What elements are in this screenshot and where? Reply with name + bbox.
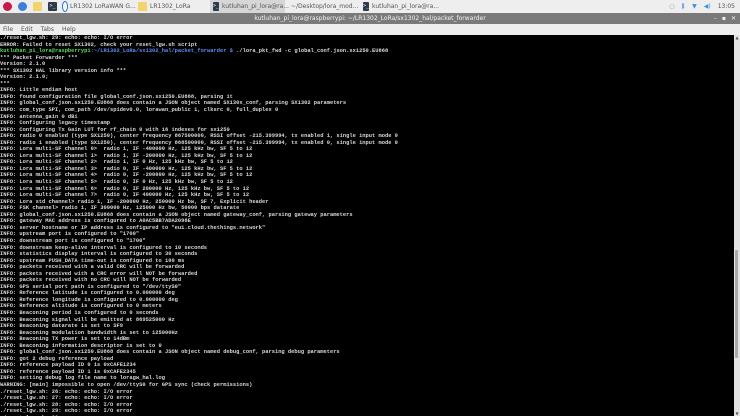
system-tray: ◌ ᛒ ▼ ◀) 13:05 <box>669 3 740 10</box>
folder-icon <box>33 2 42 11</box>
taskbar: >_ LR1302 LoRaWAN G... LR1302_LoRa >_ kut… <box>0 0 740 13</box>
scrollbar[interactable]: ▲ ▼ <box>734 35 740 416</box>
prompt-user: kutluhan_pi_lora@raspberrypi <box>0 48 91 55</box>
task-terminal-2[interactable]: >_ kutluhan_pi_lora@ra... <box>360 0 439 13</box>
scroll-down-icon[interactable]: ▼ <box>734 411 740 416</box>
task-terminal-1[interactable]: >_ kutluhan_pi_lora@ra... <box>210 0 289 13</box>
volume-icon[interactable]: ◀) <box>704 3 711 10</box>
bluetooth-icon[interactable]: ᛒ <box>682 3 686 10</box>
task-label: ~/Desktop/lora_mod... <box>291 3 359 10</box>
task-file-manager[interactable]: LR1302_LoRa <box>135 0 210 13</box>
file-manager-launcher[interactable] <box>30 0 45 13</box>
task-label: LR1302_LoRa <box>150 3 191 10</box>
chromium-icon <box>63 2 67 11</box>
menu-button[interactable] <box>0 0 15 13</box>
wifi-icon[interactable]: ▼ <box>692 3 697 10</box>
sync-icon[interactable]: ◌ <box>669 3 674 10</box>
globe-icon <box>18 2 27 11</box>
terminal-icon: >_ <box>213 2 220 11</box>
task-label: kutluhan_pi_lora@ra... <box>372 3 440 10</box>
maximize-icon[interactable]: ▪ <box>722 13 726 24</box>
minimize-icon[interactable]: – <box>714 13 717 24</box>
window-title: kutluhan_pi_lora@raspberrypi: ~/LR1302_L… <box>254 15 486 22</box>
task-editor[interactable]: ~/Desktop/lora_mod... <box>285 0 360 13</box>
terminal-output[interactable]: ./reset_lgw.sh: 29: echo: echo: I/O erro… <box>0 35 734 416</box>
raspberry-icon <box>3 2 12 11</box>
close-icon[interactable]: ✕ <box>731 13 736 24</box>
task-label: LR1302 LoRaWAN G... <box>70 3 136 10</box>
task-chromium[interactable]: LR1302 LoRaWAN G... <box>60 0 136 13</box>
task-label: kutluhan_pi_lora@ra... <box>222 3 290 10</box>
clock[interactable]: 13:05 <box>718 3 735 10</box>
prompt-path: :~/LR1302_LoRa/sx1302_hal/packet_forward… <box>90 48 233 55</box>
terminal-launcher[interactable]: >_ <box>45 0 60 13</box>
terminal-icon: >_ <box>363 2 370 11</box>
browser-launcher[interactable] <box>15 0 30 13</box>
terminal-icon: >_ <box>48 2 57 11</box>
prompt-command: ./lora_pkt_fwd -c global_conf.json.sx125… <box>232 48 389 55</box>
folder-icon <box>138 2 147 11</box>
window-titlebar[interactable]: kutluhan_pi_lora@raspberrypi: ~/LR1302_L… <box>0 13 740 24</box>
scrollbar-thumb[interactable] <box>735 250 738 358</box>
scroll-up-icon[interactable]: ▲ <box>734 35 740 40</box>
